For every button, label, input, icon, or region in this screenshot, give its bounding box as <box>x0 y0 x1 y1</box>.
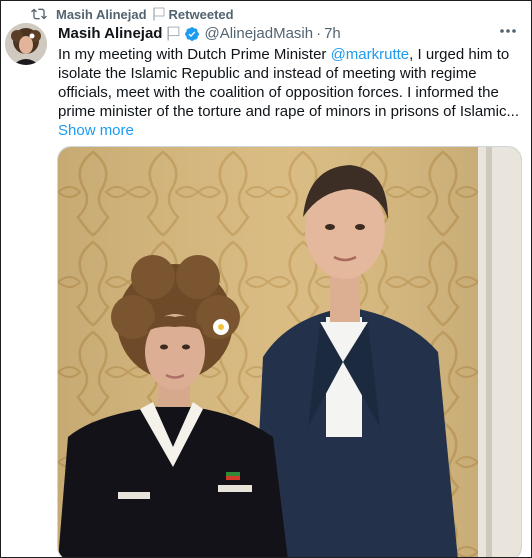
avatar[interactable] <box>5 23 47 65</box>
separator-dot: · <box>316 25 322 42</box>
author-name[interactable]: Masih Alinejad <box>58 25 162 42</box>
flag-icon <box>167 26 180 41</box>
retweeter-name[interactable]: Masih Alinejad <box>56 7 147 22</box>
retweet-context: Masih Alinejad Retweeted <box>31 6 234 22</box>
author-handle[interactable]: @AlinejadMasih <box>204 25 313 42</box>
retweeted-label: Retweeted <box>168 6 234 22</box>
tweet-header: Masih Alinejad @AlinejadMasih · 7h <box>58 25 341 42</box>
tweet-text: In my meeting with Dutch Prime Minister … <box>58 45 528 140</box>
tweet-card[interactable]: Masih Alinejad Retweeted Masih Alinejad … <box>0 0 532 558</box>
retweet-icon <box>31 8 47 20</box>
mention-link[interactable]: @markrutte <box>331 46 410 63</box>
show-more-link[interactable]: Show more <box>58 122 134 139</box>
flag-icon <box>152 7 164 21</box>
tweet-text-part: In my meeting with Dutch Prime Minister <box>58 46 331 63</box>
more-horizontal-icon[interactable] <box>495 23 521 43</box>
tweet-timestamp[interactable]: 7h <box>324 25 341 42</box>
tweet-photo[interactable] <box>57 146 522 557</box>
verified-badge-icon <box>185 26 200 41</box>
